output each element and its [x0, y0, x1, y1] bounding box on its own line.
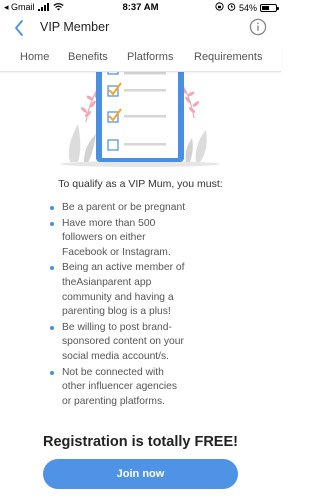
requirement-line: Facebook or Instagram. [62, 246, 171, 258]
tab-benefits[interactable]: Benefits [68, 51, 108, 63]
requirements-list: Be a parent or be pregnant Have more tha… [50, 201, 262, 410]
requirement-line: Have more than 500 [62, 217, 156, 229]
bullet [50, 221, 54, 226]
chevron-left-icon [15, 20, 23, 36]
list-item: Be a parent or be pregnant [50, 201, 262, 216]
requirement-line: social media account/s. [62, 350, 170, 362]
tab-requirements[interactable]: Requirements [194, 51, 262, 63]
bullet [50, 370, 54, 375]
requirement-line: Be willing to post brand- [62, 321, 172, 333]
requirement-line: Being an active member of [62, 262, 185, 274]
list-item: Being an active member of theAsianparent… [50, 261, 262, 319]
back-button[interactable] [10, 18, 30, 38]
bullet [50, 325, 54, 330]
tab-bar: Home Benefits Platforms Requirements [0, 44, 281, 72]
bullet [50, 266, 54, 271]
join-now-button[interactable]: Join now [43, 459, 238, 489]
status-bar: ◂ Gmail 8:37 AM 54% [0, 0, 281, 16]
list-item: Have more than 500 followers on either F… [50, 217, 262, 261]
requirement-line: community and having a [62, 291, 174, 303]
requirement-line: theAsianparent app [62, 276, 152, 288]
requirement-line: followers on either [62, 232, 146, 244]
battery-fill [262, 5, 269, 10]
registration-free-text: Registration is totally FREE! [43, 434, 238, 450]
app-header: VIP Member [0, 16, 281, 42]
status-right: 54% [215, 2, 279, 13]
list-item: Not be connected with other influencer a… [50, 366, 262, 410]
list-item: Be willing to post brand- sponsored cont… [50, 321, 262, 365]
requirement-line: Be a parent or be pregnant [62, 202, 186, 213]
requirement-line: parenting blog is a plus! [62, 306, 171, 318]
tab-platforms[interactable]: Platforms [127, 51, 173, 63]
battery-icon [260, 3, 279, 12]
info-button[interactable] [249, 18, 267, 36]
requirement-line: Not be connected with [62, 366, 164, 378]
rotation-lock-icon [215, 2, 224, 13]
tab-home[interactable]: Home [20, 51, 49, 63]
page-title: VIP Member [40, 20, 110, 34]
checklist-illustration [0, 72, 281, 172]
alarm-icon [227, 2, 236, 13]
qualify-title: To qualify as a VIP Mum, you must: [58, 178, 223, 190]
info-icon [249, 18, 267, 36]
requirement-line: or parenting platforms. [62, 395, 166, 407]
battery-percent: 54% [238, 2, 257, 13]
requirement-line: sponsored content on your [62, 336, 184, 348]
requirement-line: other influencer agencies [62, 381, 178, 393]
bullet [50, 206, 54, 210]
